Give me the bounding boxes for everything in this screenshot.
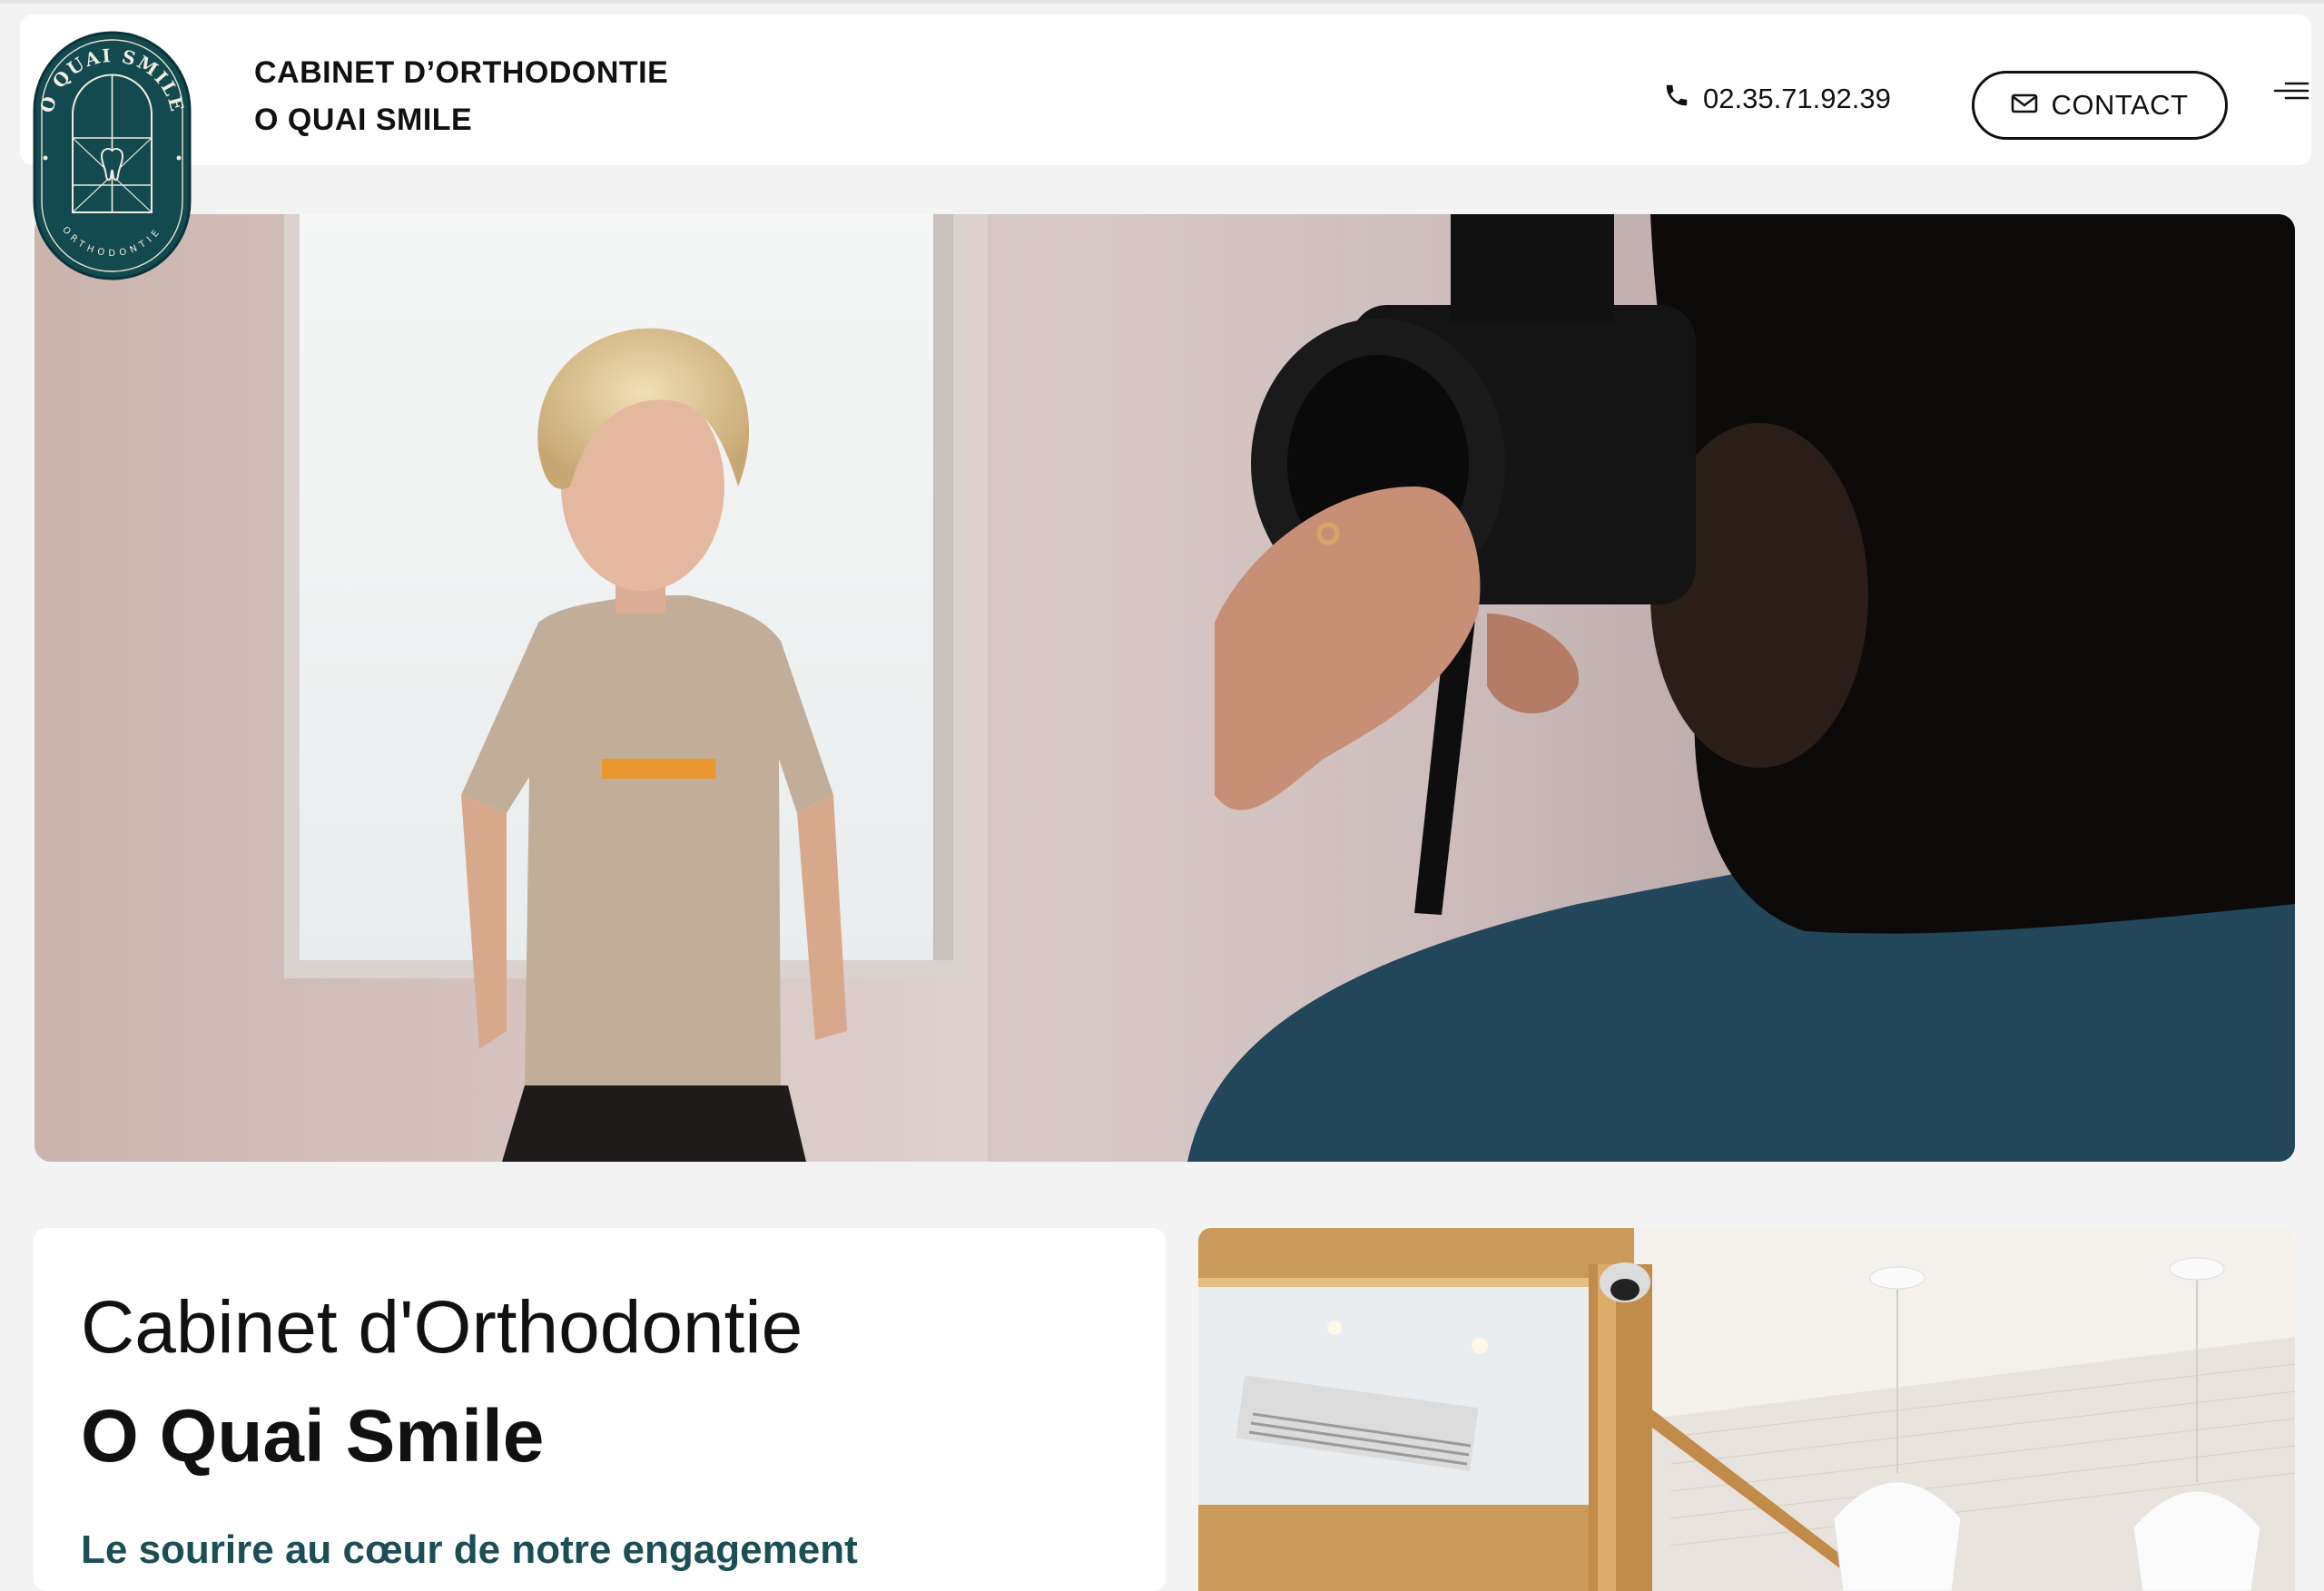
intro-card: Cabinet d'Orthodontie O Quai Smile Le so… (34, 1228, 1166, 1591)
phone-icon (1663, 82, 1690, 116)
contact-button[interactable]: CONTACT (1972, 71, 2228, 140)
browser-top-edge (0, 0, 2324, 4)
title-line-light: Cabinet d'Orthodontie (81, 1286, 803, 1369)
site-header: CABINET D’ORTHODONTIE O QUAI SMILE 02.35… (20, 15, 2311, 165)
envelope-icon (2011, 89, 2038, 122)
brand-line-1: CABINET D’ORTHODONTIE (254, 55, 669, 90)
hero-photo (34, 214, 2295, 1162)
hamburger-menu-icon[interactable] (2271, 78, 2309, 109)
site-logo[interactable]: O QUAI SMILE ORTHODONTIE (33, 31, 192, 280)
contact-button-label: CONTACT (2051, 89, 2189, 121)
phone-number: 02.35.71.92.39 (1703, 83, 1891, 114)
tagline: Le sourire au cœur de notre engagement (81, 1527, 858, 1572)
title-line-bold: O Quai Smile (81, 1395, 545, 1478)
page-title: Cabinet d'Orthodontie O Quai Smile (81, 1273, 1125, 1491)
brand-line-2: O QUAI SMILE (254, 103, 473, 137)
office-photo (1198, 1228, 2295, 1591)
brand-name[interactable]: CABINET D’ORTHODONTIE O QUAI SMILE (254, 49, 668, 143)
phone-link[interactable]: 02.35.71.92.39 (1663, 82, 1891, 116)
